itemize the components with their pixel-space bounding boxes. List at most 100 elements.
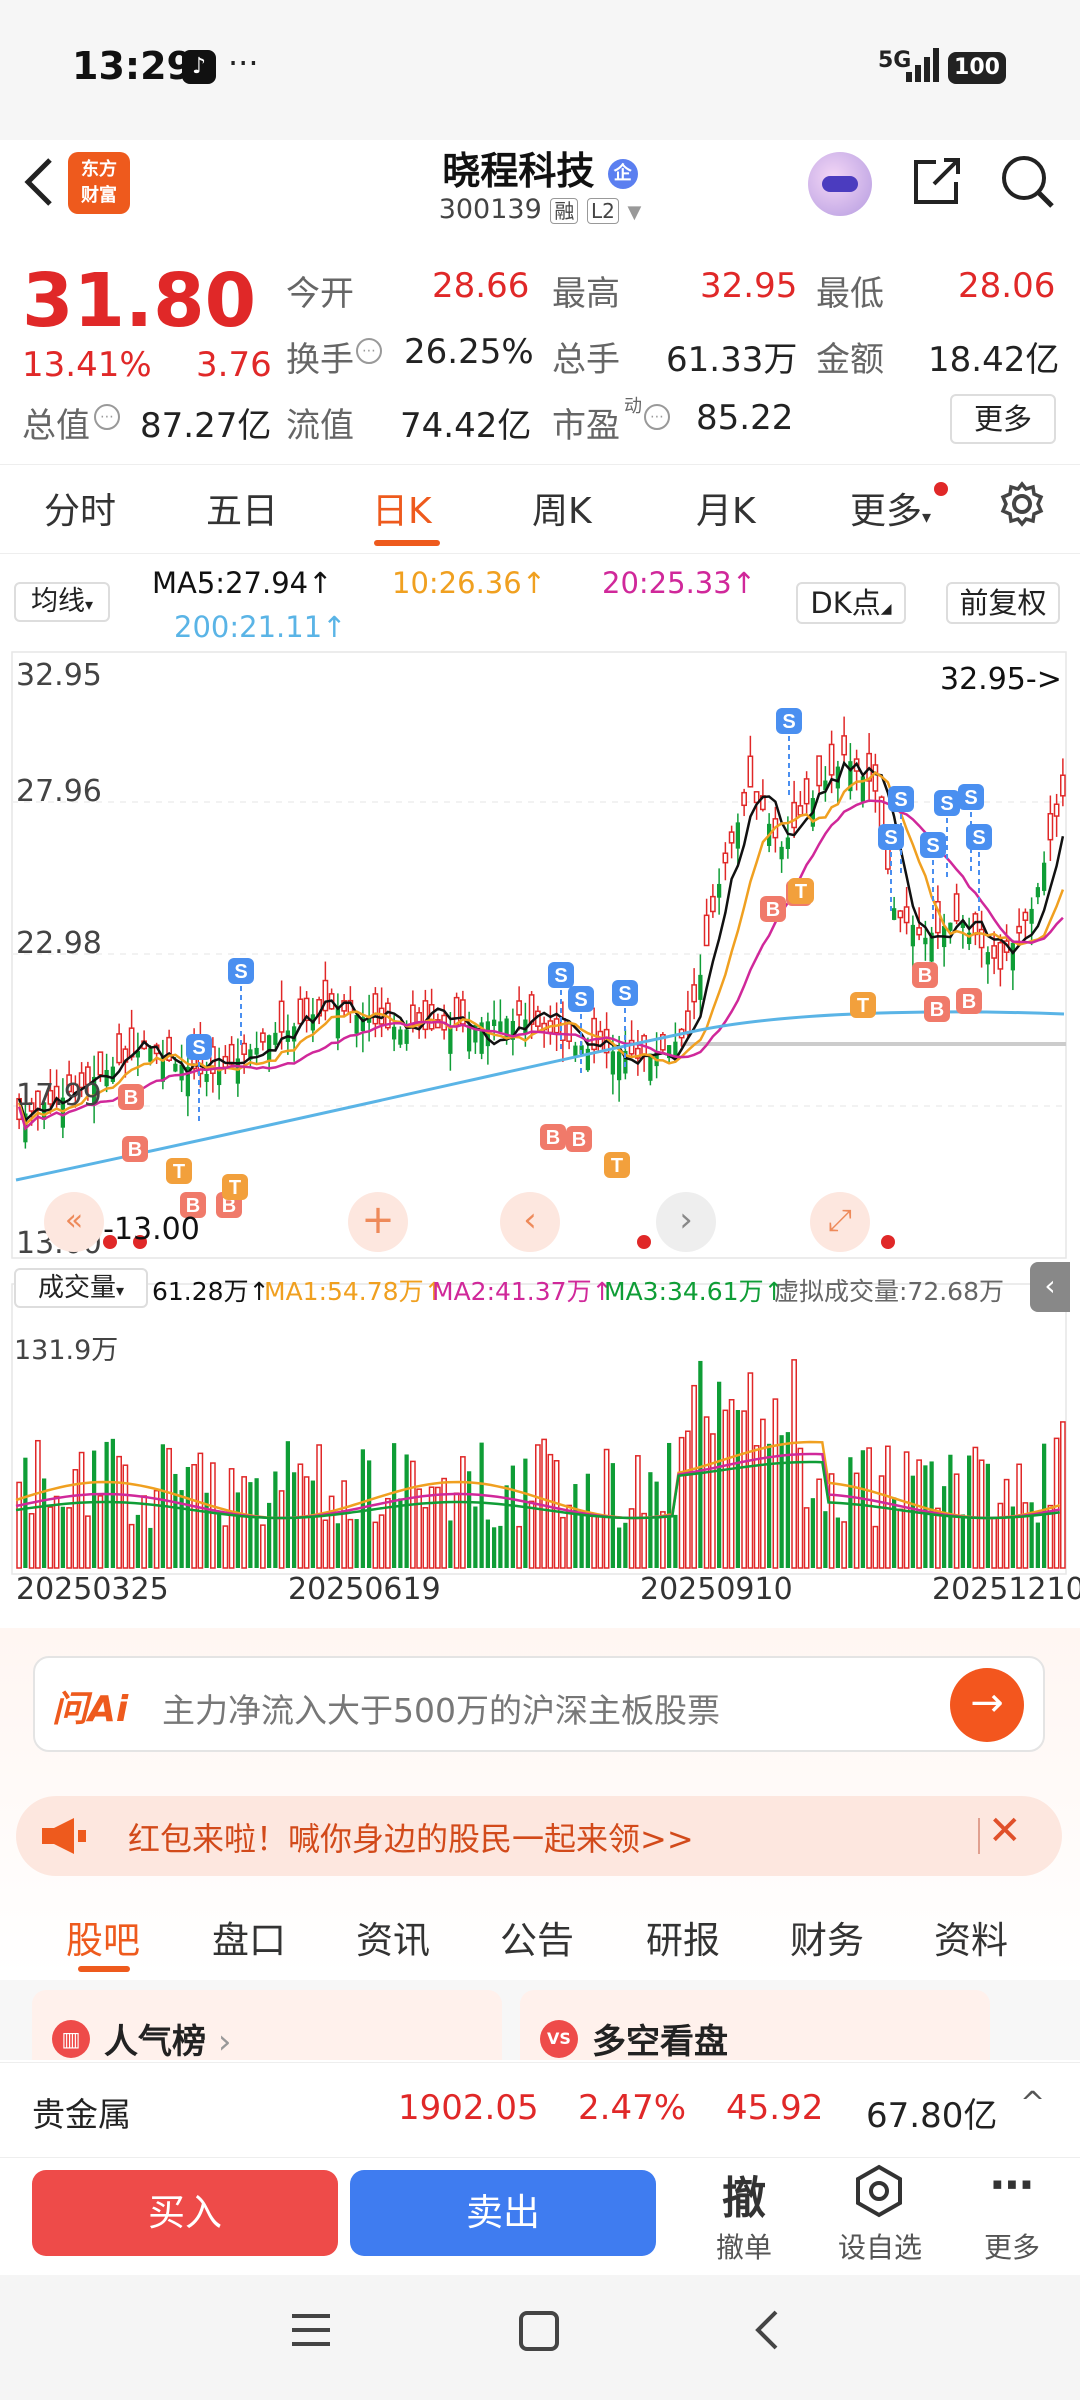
cancel-order-label[interactable]: 撤单 bbox=[704, 2226, 784, 2266]
watchlist-hex-icon[interactable] bbox=[852, 2164, 906, 2222]
robot-avatar-icon[interactable] bbox=[808, 152, 872, 216]
tab-daily-k[interactable]: 日K bbox=[372, 482, 432, 534]
volume-bar-up bbox=[435, 1486, 441, 1569]
notice-text[interactable]: 红包来啦！喊你身边的股民一起来领>> bbox=[128, 1814, 694, 1860]
buy-signal-marker-text: B bbox=[572, 1129, 586, 1151]
volume-bar-up bbox=[316, 1444, 322, 1569]
back-nav-icon[interactable] bbox=[752, 2308, 784, 2356]
kline-chart[interactable]: SSSSSSSSSSSSBBBBBBBBBBBTTTTT bbox=[0, 650, 1080, 1660]
more-dots-icon[interactable]: ⋯ bbox=[980, 2160, 1044, 2211]
volume-bar-down bbox=[498, 1525, 503, 1568]
sell-signal-marker-text: S bbox=[972, 827, 985, 849]
candle-body-down bbox=[398, 1029, 403, 1045]
long-short-card[interactable] bbox=[520, 1990, 990, 2060]
search-icon[interactable] bbox=[998, 152, 1058, 216]
ai-submit-button[interactable]: → bbox=[950, 1668, 1024, 1742]
sell-button[interactable]: 卖出 bbox=[350, 2170, 656, 2256]
tab-orderbook[interactable]: 盘口 bbox=[212, 1910, 286, 1964]
tab-news[interactable]: 资讯 bbox=[356, 1910, 430, 1964]
volume-bar-up bbox=[460, 1456, 466, 1569]
candle-body-up bbox=[797, 805, 804, 816]
tab-monthly-k[interactable]: 月K bbox=[696, 482, 756, 534]
volume-bar-up bbox=[897, 1508, 904, 1569]
popularity-label[interactable]: 人气榜 › bbox=[104, 2014, 231, 2063]
chevron-up-icon[interactable]: ^ bbox=[1020, 2086, 1045, 2121]
volume-bar-up bbox=[122, 1464, 129, 1569]
volume-bar-up bbox=[678, 1436, 685, 1569]
volume-bar-up bbox=[997, 1502, 1004, 1569]
ai-logo: 问Ai bbox=[52, 1689, 129, 1730]
volume-bar-down bbox=[1035, 1522, 1040, 1568]
candle-body-up bbox=[872, 764, 879, 792]
tab-research[interactable]: 研报 bbox=[646, 1910, 720, 1964]
sell-signal-marker-text: S bbox=[894, 789, 907, 811]
candle-body-down bbox=[617, 1051, 622, 1081]
volume-bar-up bbox=[635, 1455, 641, 1569]
info-icon[interactable]: ⋯ bbox=[94, 404, 120, 430]
tab-profile[interactable]: 资料 bbox=[934, 1910, 1008, 1964]
info-icon[interactable]: ⋯ bbox=[356, 338, 382, 364]
volume-bar-up bbox=[85, 1515, 91, 1569]
volume-bar-down bbox=[273, 1471, 278, 1568]
long-short-label[interactable]: 多空看盘 bbox=[592, 2014, 728, 2063]
volume-select[interactable]: 成交量▾ bbox=[14, 1268, 148, 1308]
candle-body-down bbox=[267, 1035, 272, 1061]
volume-bar-down bbox=[967, 1455, 972, 1568]
candle-body-up bbox=[722, 852, 729, 864]
watchlist-label[interactable]: 设自选 bbox=[830, 2226, 930, 2266]
close-icon[interactable]: ✕ bbox=[988, 1808, 1022, 1854]
candle-body-up bbox=[953, 893, 960, 922]
indicator-select[interactable]: 均线▾ bbox=[14, 582, 110, 622]
tab-more[interactable]: 更多▾ bbox=[850, 482, 931, 534]
candle-body-down bbox=[204, 1073, 209, 1082]
tab-announcements[interactable]: 公告 bbox=[500, 1910, 574, 1964]
adjust-button[interactable]: 前复权 bbox=[946, 582, 1060, 624]
ticker-name: 贵金属 bbox=[32, 2095, 131, 2134]
ai-search-input[interactable]: 主力净流入大于500万的沪深主板股票 bbox=[162, 1684, 720, 1732]
float-cap-label: 流值 bbox=[286, 406, 354, 446]
volume-bar-up bbox=[441, 1477, 447, 1569]
ticker-amount: 67.80亿 bbox=[866, 2096, 998, 2136]
collapse-icon[interactable]: « bbox=[44, 1192, 104, 1252]
info-icon[interactable]: ⋯ bbox=[644, 404, 670, 430]
volume-bar-down bbox=[492, 1527, 497, 1568]
buy-button[interactable]: 买入 bbox=[32, 2170, 338, 2256]
volume-bar-up bbox=[760, 1418, 766, 1569]
settings-gear-icon[interactable] bbox=[998, 480, 1046, 532]
pan-right-button[interactable]: › bbox=[656, 1192, 716, 1252]
tab-weekly-k[interactable]: 周K bbox=[532, 482, 592, 534]
more-label[interactable]: 更多 bbox=[972, 2226, 1052, 2266]
forum-tab-indicator bbox=[78, 1966, 130, 1972]
collapse-panel-icon[interactable]: ‹ bbox=[1030, 1262, 1070, 1312]
volume-bar-down bbox=[1042, 1443, 1047, 1568]
dropdown-icon[interactable]: ▼ bbox=[627, 202, 641, 223]
share-icon[interactable] bbox=[906, 152, 966, 216]
volume-bar-up bbox=[728, 1398, 735, 1569]
dk-point-button[interactable]: DK点◢ bbox=[796, 582, 906, 624]
candle-body-down bbox=[273, 1032, 278, 1045]
candle-body-down bbox=[335, 1006, 340, 1039]
volume-bar-up bbox=[210, 1462, 216, 1569]
volume-bar-down bbox=[398, 1498, 403, 1568]
tab-five-day[interactable]: 五日 bbox=[206, 482, 278, 534]
tab-financials[interactable]: 财务 bbox=[790, 1910, 864, 1964]
cancel-order-icon[interactable]: 撤 bbox=[712, 2162, 776, 2226]
sell-signal-marker-text: S bbox=[234, 961, 247, 983]
volume-bar-down bbox=[835, 1517, 840, 1568]
menu-nav-icon[interactable] bbox=[290, 2310, 332, 2354]
volume-bar-down bbox=[948, 1454, 953, 1568]
zoom-in-button[interactable]: + bbox=[348, 1192, 408, 1252]
candle-body-up bbox=[841, 735, 847, 756]
tab-intraday[interactable]: 分时 bbox=[44, 482, 116, 534]
volume-current: 61.28万↑ bbox=[152, 1277, 270, 1306]
fullscreen-icon[interactable]: ⤢ bbox=[810, 1192, 870, 1252]
candle-body-up bbox=[728, 831, 735, 844]
pe-superscript: 动 bbox=[624, 396, 642, 417]
popularity-card[interactable] bbox=[32, 1990, 502, 2060]
candle-body-down bbox=[254, 1047, 259, 1055]
home-nav-icon[interactable] bbox=[518, 2310, 560, 2356]
more-quote-button[interactable]: 更多 bbox=[950, 394, 1056, 444]
tab-forum[interactable]: 股吧 bbox=[66, 1910, 140, 1964]
pan-left-button[interactable]: ‹ bbox=[500, 1192, 560, 1252]
take-profit-marker-text: T bbox=[173, 1161, 185, 1183]
